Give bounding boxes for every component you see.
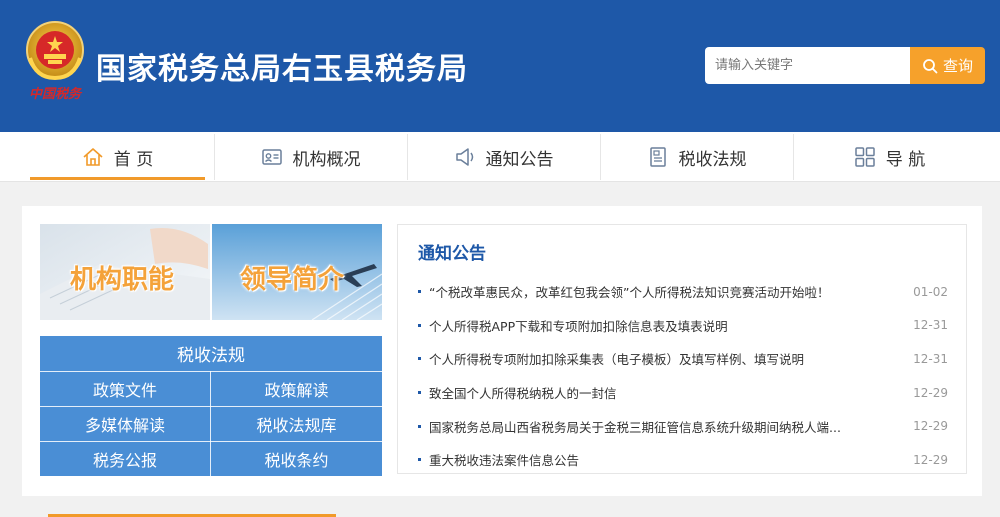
document-icon <box>649 147 666 167</box>
nav-item-home[interactable]: 首 页 <box>30 132 205 182</box>
home-icon <box>83 148 103 166</box>
grid-divider <box>40 406 382 407</box>
tax-law-link[interactable]: 政策文件 <box>40 372 210 406</box>
nav-item-institution[interactable]: 机构概况 <box>214 132 407 182</box>
notice-item-title[interactable]: 致全国个人所得税纳税人的一封信 <box>429 383 617 402</box>
grid-icon <box>855 147 875 167</box>
nav-item-tax-law[interactable]: 税收法规 <box>600 132 793 182</box>
banner-leadership[interactable]: 领导简介 <box>212 224 382 320</box>
notice-item-date: 12-29 <box>913 419 948 434</box>
banner-label: 领导简介 <box>240 265 345 295</box>
notice-box: 通知公告 “个税改革惠民众，改革红包我会领”个人所得税法知识竞赛活动开始啦！ 0… <box>397 224 967 474</box>
main-nav: 首 页 机构概况 通知公告 税收法规 导 航 <box>0 132 1000 182</box>
grid-divider <box>40 441 382 442</box>
nav-item-label: 税收法规 <box>678 149 747 170</box>
search-button-label: 查询 <box>942 57 973 75</box>
tax-law-link[interactable]: 税务公报 <box>40 442 210 476</box>
id-card-icon <box>261 149 282 165</box>
content-panel: 机构职能 领导简介 税收法规 政策文件 政策解读 多媒体解读 税收法规库 税务公… <box>22 206 982 496</box>
notice-item-date: 12-29 <box>913 385 948 400</box>
notice-item-date: 01-02 <box>913 284 948 299</box>
notice-item-title[interactable]: “个税改革惠民众，改革红包我会领”个人所得税法知识竞赛活动开始啦！ <box>429 282 829 301</box>
notice-list: “个税改革惠民众，改革红包我会领”个人所得税法知识竞赛活动开始啦！ 01-02 … <box>418 275 948 477</box>
tax-law-link[interactable]: 多媒体解读 <box>40 407 210 441</box>
nav-item-navigation[interactable]: 导 航 <box>793 132 986 182</box>
banner-label: 机构职能 <box>70 265 175 295</box>
tax-law-link[interactable]: 政策解读 <box>211 372 382 406</box>
svg-text:中国税务: 中国税务 <box>29 86 83 102</box>
nav-item-label: 首 页 <box>113 149 154 170</box>
nav-item-notice[interactable]: 通知公告 <box>407 132 600 182</box>
nav-item-label: 机构概况 <box>292 149 361 170</box>
notice-item-title[interactable]: 个人所得税专项附加扣除采集表（电子模板）及填写样例、填写说明 <box>429 349 804 368</box>
search-icon <box>923 58 938 73</box>
bullet-icon <box>418 391 421 395</box>
list-item[interactable]: 致全国个人所得税纳税人的一封信 12-29 <box>418 376 948 410</box>
notice-item-date: 12-31 <box>913 318 948 333</box>
nav-active-indicator <box>30 177 205 180</box>
nav-item-label: 通知公告 <box>485 149 554 170</box>
list-item[interactable]: 重大税收违法案件信息公告 12-29 <box>418 443 948 477</box>
bullet-icon <box>418 290 421 294</box>
notice-item-date: 12-31 <box>913 351 948 366</box>
list-item[interactable]: 国家税务总局山西省税务局关于金税三期征管信息系统升级期间纳税人端... 12-2… <box>418 409 948 443</box>
list-item[interactable]: “个税改革惠民众，改革红包我会领”个人所得税法知识竞赛活动开始啦！ 01-02 <box>418 275 948 309</box>
bullet-icon <box>418 458 421 462</box>
search-button[interactable]: 查询 <box>910 47 985 84</box>
tax-law-links: 政策文件 政策解读 多媒体解读 税收法规库 税务公报 税收条约 <box>40 371 382 476</box>
grid-divider <box>40 371 382 372</box>
tax-law-link[interactable]: 税收法规库 <box>211 407 382 441</box>
tax-law-link[interactable]: 税收条约 <box>211 442 382 476</box>
tax-emblem-icon: 中国税务 <box>26 21 84 102</box>
notice-title[interactable]: 通知公告 <box>418 239 486 264</box>
notice-item-title[interactable]: 个人所得税APP下载和专项附加扣除信息表及填表说明 <box>429 316 728 335</box>
nav-item-label: 导 航 <box>885 149 926 170</box>
megaphone-icon <box>455 148 473 166</box>
list-item[interactable]: 个人所得税APP下载和专项附加扣除信息表及填表说明 12-31 <box>418 309 948 343</box>
bullet-icon <box>418 357 421 361</box>
site-title: 国家税务总局右玉县税务局 <box>96 52 468 87</box>
notice-item-title[interactable]: 国家税务总局山西省税务局关于金税三期征管信息系统升级期间纳税人端... <box>429 417 841 436</box>
grid-divider <box>210 371 211 476</box>
notice-item-title[interactable]: 重大税收违法案件信息公告 <box>429 450 579 469</box>
bullet-icon <box>418 323 421 327</box>
bullet-icon <box>418 424 421 428</box>
list-item[interactable]: 个人所得税专项附加扣除采集表（电子模板）及填写样例、填写说明 12-31 <box>418 342 948 376</box>
tax-law-title: 税收法规 <box>40 336 382 371</box>
site-header: 中国税务 国家税务总局右玉县税务局 查询 <box>0 0 1000 132</box>
notice-item-date: 12-29 <box>913 452 948 467</box>
banner-institution-functions[interactable]: 机构职能 <box>40 224 210 320</box>
search-input[interactable] <box>705 47 910 84</box>
